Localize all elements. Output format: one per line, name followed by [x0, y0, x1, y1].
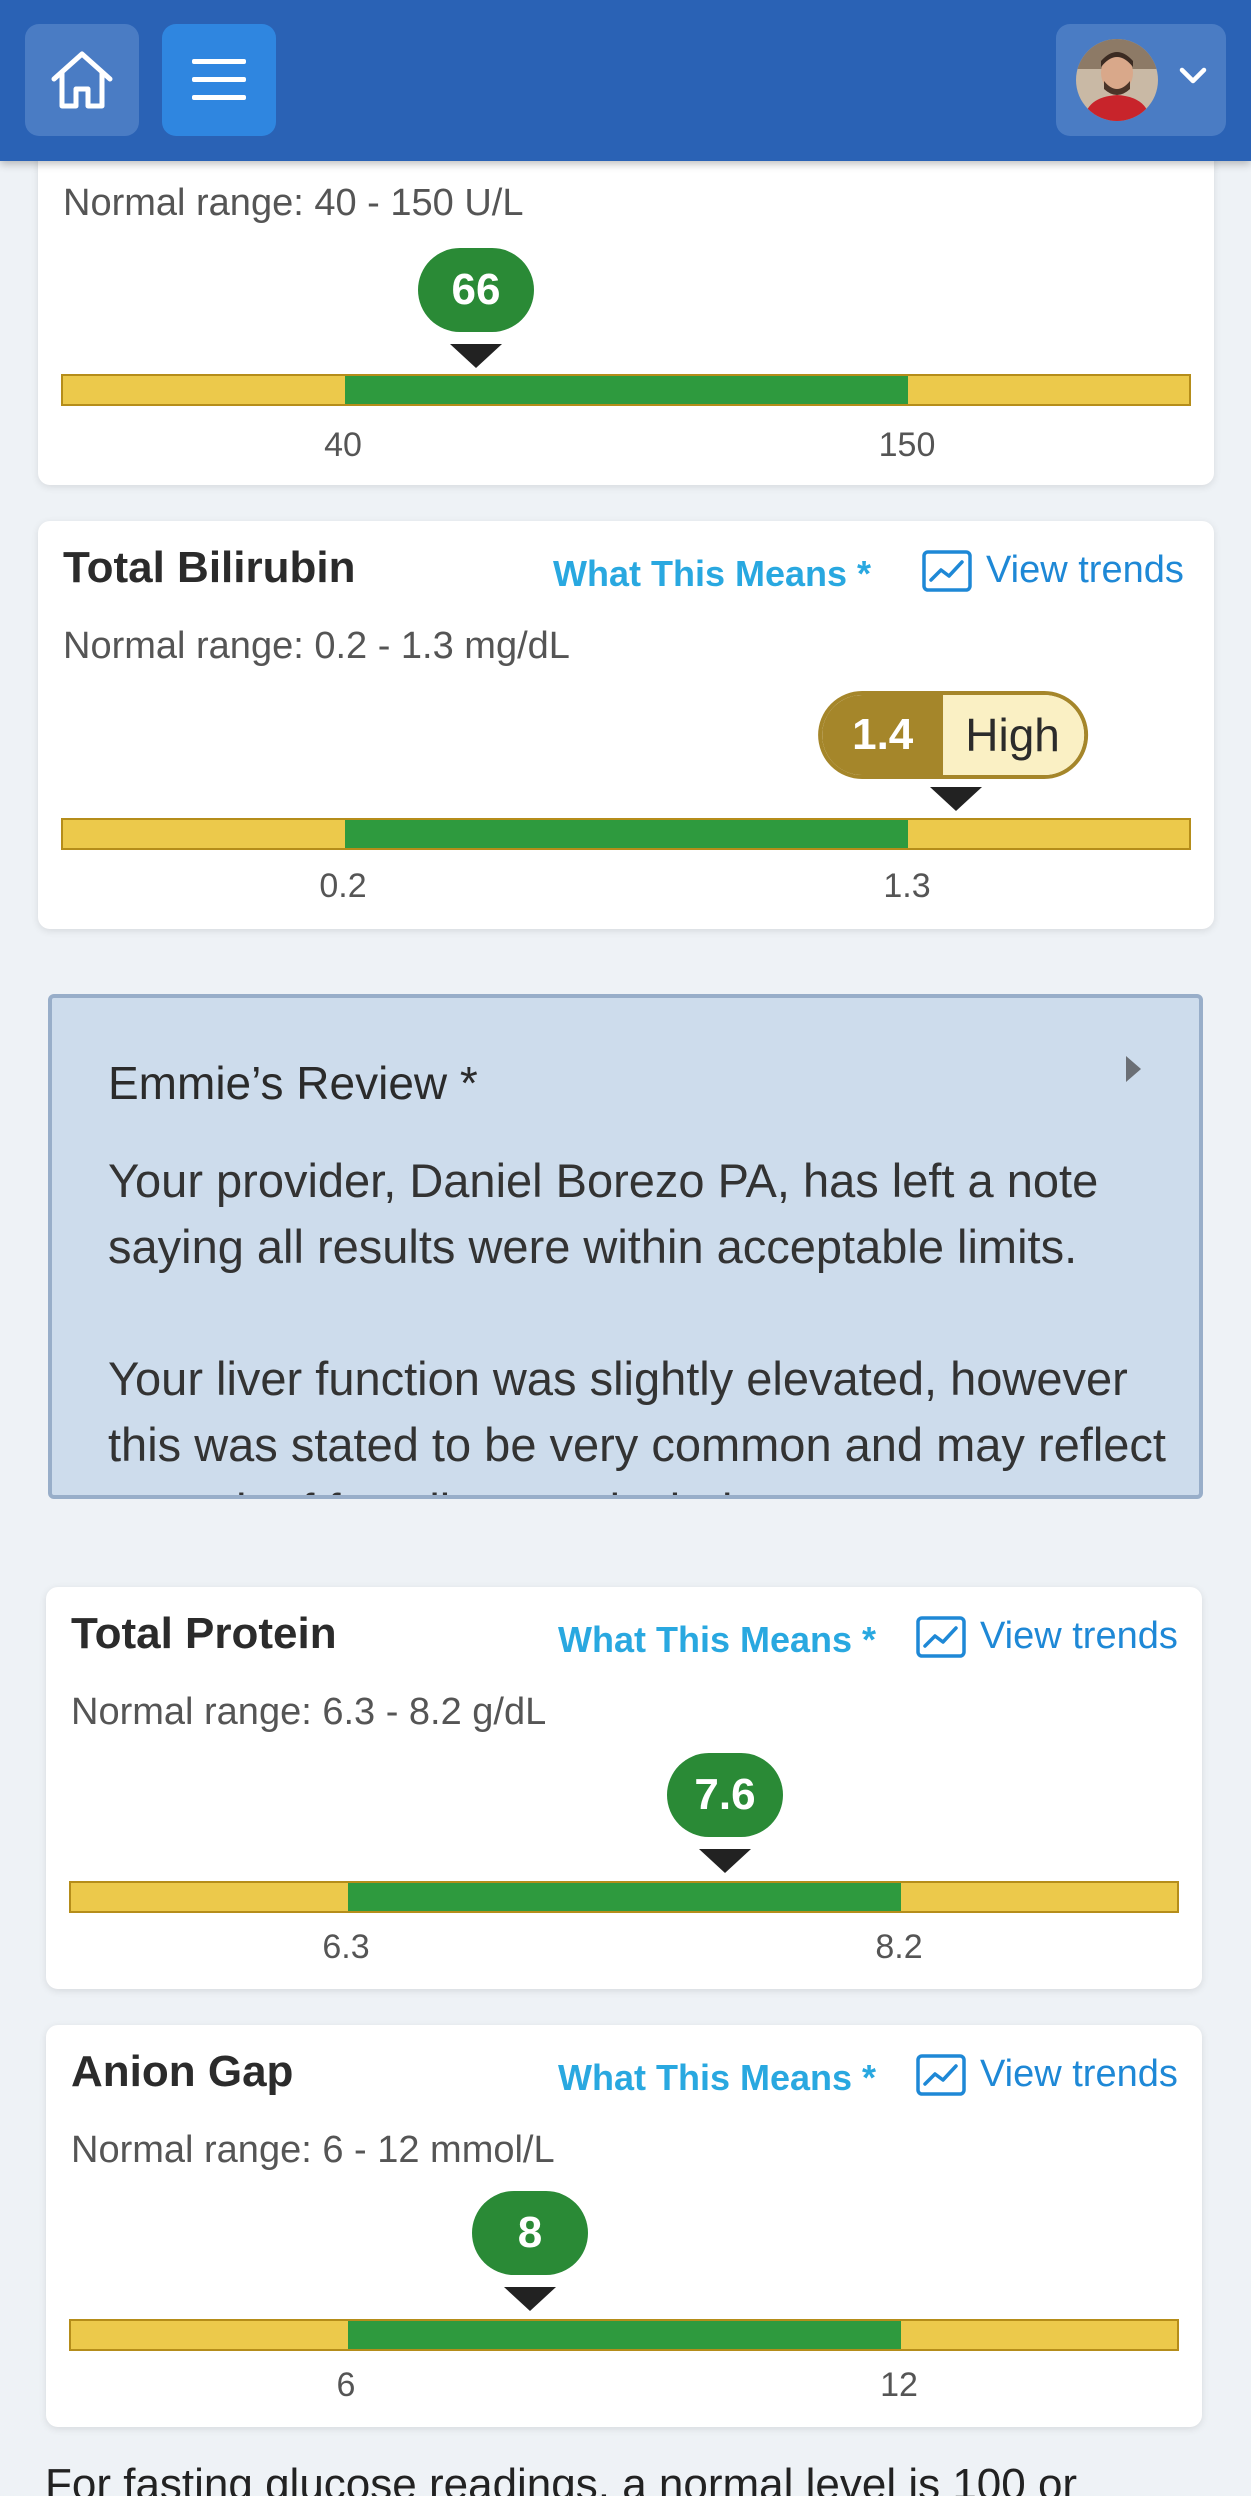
- review-paragraph: Your liver function was slightly elevate…: [108, 1352, 1166, 1495]
- normal-range-text: Normal range: 0.2 - 1.3 mg/dL: [63, 625, 570, 667]
- range-low-label: 0.2: [319, 867, 367, 905]
- lab-result-card-protein: Total Protein What This Means * View tre…: [46, 1587, 1202, 1989]
- range-high-label: 8.2: [875, 1928, 923, 1966]
- what-this-means-link[interactable]: What This Means *: [558, 1619, 876, 1661]
- top-navigation-bar: [0, 0, 1251, 161]
- range-bar-high-segment: [907, 376, 1189, 404]
- review-title: Emmie’s Review *: [108, 1057, 478, 1109]
- range-high-label: 150: [878, 426, 936, 464]
- result-value-badge-high: 1.4 High: [818, 691, 1088, 779]
- range-bar-high-segment: [900, 1883, 1177, 1911]
- range-bar-normal-segment: [344, 376, 908, 404]
- result-value: 1.4: [822, 695, 944, 775]
- range-bar-normal-segment: [344, 820, 908, 848]
- range-low-label: 6: [336, 2366, 356, 2404]
- range-bar-normal-segment: [347, 1883, 901, 1911]
- range-high-label: 12: [880, 2366, 918, 2404]
- result-pointer: [450, 344, 502, 368]
- trend-chart-icon: [916, 1615, 966, 1658]
- lab-result-card-alp: Normal range: 40 - 150 U/L 66 40 150: [38, 120, 1214, 485]
- range-bar-low-segment: [71, 1883, 348, 1911]
- result-value-badge: 8: [472, 2191, 588, 2275]
- card-title: Anion Gap: [71, 2047, 294, 2096]
- normal-range-text: Normal range: 40 - 150 U/L: [63, 182, 524, 224]
- range-bar: [69, 1881, 1179, 1913]
- view-trends-label: View trends: [980, 2053, 1178, 2095]
- range-bar-low-segment: [71, 2321, 348, 2349]
- lab-result-card-bilirubin: Total Bilirubin What This Means * View t…: [38, 521, 1214, 929]
- glucose-info-text: For fasting glucose readings, a normal l…: [45, 2460, 1078, 2496]
- card-title: Total Protein: [71, 1609, 337, 1658]
- range-bar-low-segment: [63, 820, 345, 848]
- hamburger-menu-icon: [192, 59, 246, 100]
- range-bar-normal-segment: [347, 2321, 901, 2349]
- view-trends-link[interactable]: View trends: [922, 549, 1184, 592]
- profile-menu-button[interactable]: [1056, 24, 1226, 136]
- result-value-badge: 66: [418, 248, 534, 332]
- card-title: Total Bilirubin: [63, 543, 356, 592]
- expand-caret-icon[interactable]: [1123, 1054, 1143, 1084]
- range-bar: [69, 2319, 1179, 2351]
- trend-chart-icon: [916, 2053, 966, 2096]
- view-trends-label: View trends: [980, 1615, 1178, 1657]
- review-paragraph: Your provider, Daniel Borezo PA, has lef…: [108, 1154, 1099, 1273]
- range-low-label: 40: [324, 426, 362, 464]
- high-flag-label: High: [943, 695, 1084, 775]
- home-button[interactable]: [25, 24, 139, 136]
- result-pointer: [504, 2287, 556, 2311]
- range-bar-high-segment: [907, 820, 1189, 848]
- review-body: Your provider, Daniel Borezo PA, has lef…: [108, 1148, 1198, 1495]
- range-bar-low-segment: [63, 376, 345, 404]
- home-icon: [51, 51, 113, 109]
- result-pointer: [699, 1849, 751, 1873]
- normal-range-text: Normal range: 6.3 - 8.2 g/dL: [71, 1691, 547, 1733]
- range-bar: [61, 374, 1191, 406]
- main-menu-button[interactable]: [162, 24, 276, 136]
- provider-review-panel: Emmie’s Review * Your provider, Daniel B…: [48, 994, 1203, 1499]
- trend-chart-icon: [922, 549, 972, 592]
- what-this-means-link[interactable]: What This Means *: [553, 553, 871, 595]
- range-low-label: 6.3: [322, 1928, 370, 1966]
- view-trends-link[interactable]: View trends: [916, 2053, 1178, 2096]
- view-trends-label: View trends: [986, 549, 1184, 591]
- range-high-label: 1.3: [883, 867, 931, 905]
- result-pointer: [930, 787, 982, 811]
- range-bar-high-segment: [900, 2321, 1177, 2349]
- view-trends-link[interactable]: View trends: [916, 1615, 1178, 1658]
- normal-range-text: Normal range: 6 - 12 mmol/L: [71, 2129, 555, 2171]
- result-value-badge: 7.6: [667, 1753, 783, 1837]
- range-bar: [61, 818, 1191, 850]
- lab-result-card-anion-gap: Anion Gap What This Means * View trends …: [46, 2025, 1202, 2427]
- what-this-means-link[interactable]: What This Means *: [558, 2057, 876, 2099]
- avatar: [1076, 39, 1158, 121]
- chevron-down-icon: [1179, 67, 1207, 84]
